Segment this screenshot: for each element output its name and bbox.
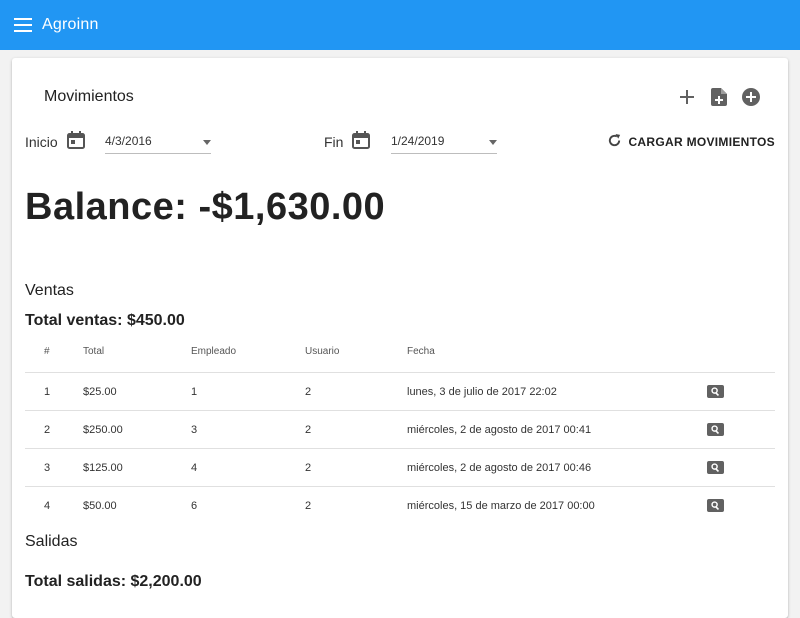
table-header: # Total Empleado Usuario Fecha [25,336,775,373]
cell-fecha: miércoles, 15 de marzo de 2017 00:00 [407,500,595,512]
card-toolbar [676,86,762,108]
add-file-icon[interactable] [708,86,730,108]
table-row: 2 $250.00 3 2 miércoles, 2 de agosto de … [25,411,775,449]
cell-total: $125.00 [83,462,123,474]
salidas-total: Total salidas: $2,200.00 [25,573,202,590]
ventas-table: # Total Empleado Usuario Fecha 1 $25.00 … [25,336,775,525]
menu-icon[interactable] [12,14,34,36]
column-header: # [44,346,50,357]
column-header: Empleado [191,346,237,357]
end-date-label: Fin [324,134,344,150]
cell-total: $50.00 [83,500,117,512]
cell-num: 1 [44,386,51,398]
column-header: Fecha [407,346,435,357]
table-row: 4 $50.00 6 2 miércoles, 15 de marzo de 2… [25,487,775,525]
refresh-icon [607,133,622,151]
cell-total: $250.00 [83,424,123,436]
cell-empleado: 1 [191,386,198,398]
cell-num: 2 [44,424,51,436]
cell-total: $25.00 [83,386,117,398]
cell-empleado: 4 [191,462,198,474]
add-icon[interactable] [676,86,698,108]
date-range-row: Inicio 4/3/2016 Fin 1/24/2019 CARGAR MOV… [25,130,775,156]
cell-num: 3 [44,462,51,474]
card-title: Movimientos [44,88,134,105]
chevron-down-icon [489,140,497,145]
search-icon[interactable] [707,461,724,474]
cell-empleado: 6 [191,500,198,512]
cell-fecha: miércoles, 2 de agosto de 2017 00:46 [407,462,592,474]
table-row: 1 $25.00 1 2 lunes, 3 de julio de 2017 2… [25,373,775,411]
salidas-heading: Salidas [25,533,78,550]
balance-text: Balance: -$1,630.00 [25,186,386,228]
movements-card: Movimientos Inicio 4/3/2016 Fin 1/24/201… [12,58,788,618]
ventas-total: Total ventas: $450.00 [25,312,185,329]
search-icon[interactable] [707,423,724,436]
search-icon[interactable] [707,385,724,398]
cell-usuario: 2 [305,462,312,474]
app-title: Agroinn [42,16,99,33]
column-header: Total [83,346,105,357]
column-header: Usuario [305,346,340,357]
app-bar: Agroinn [0,0,800,50]
table-row: 3 $125.00 4 2 miércoles, 2 de agosto de … [25,449,775,487]
cell-usuario: 2 [305,500,312,512]
chevron-down-icon [203,140,211,145]
cell-usuario: 2 [305,424,312,436]
calendar-icon[interactable] [352,131,372,151]
start-date-input[interactable]: 4/3/2016 [105,130,211,154]
end-date-input[interactable]: 1/24/2019 [391,130,497,154]
start-date-label: Inicio [25,134,58,150]
load-movements-button[interactable]: CARGAR MOVIMIENTOS [607,130,775,154]
cell-fecha: lunes, 3 de julio de 2017 22:02 [407,386,557,398]
cell-usuario: 2 [305,386,312,398]
add-circle-icon[interactable] [740,86,762,108]
ventas-heading: Ventas [25,282,74,299]
cell-fecha: miércoles, 2 de agosto de 2017 00:41 [407,424,592,436]
search-icon[interactable] [707,499,724,512]
calendar-icon[interactable] [67,131,87,151]
cell-empleado: 3 [191,424,198,436]
cell-num: 4 [44,500,51,512]
